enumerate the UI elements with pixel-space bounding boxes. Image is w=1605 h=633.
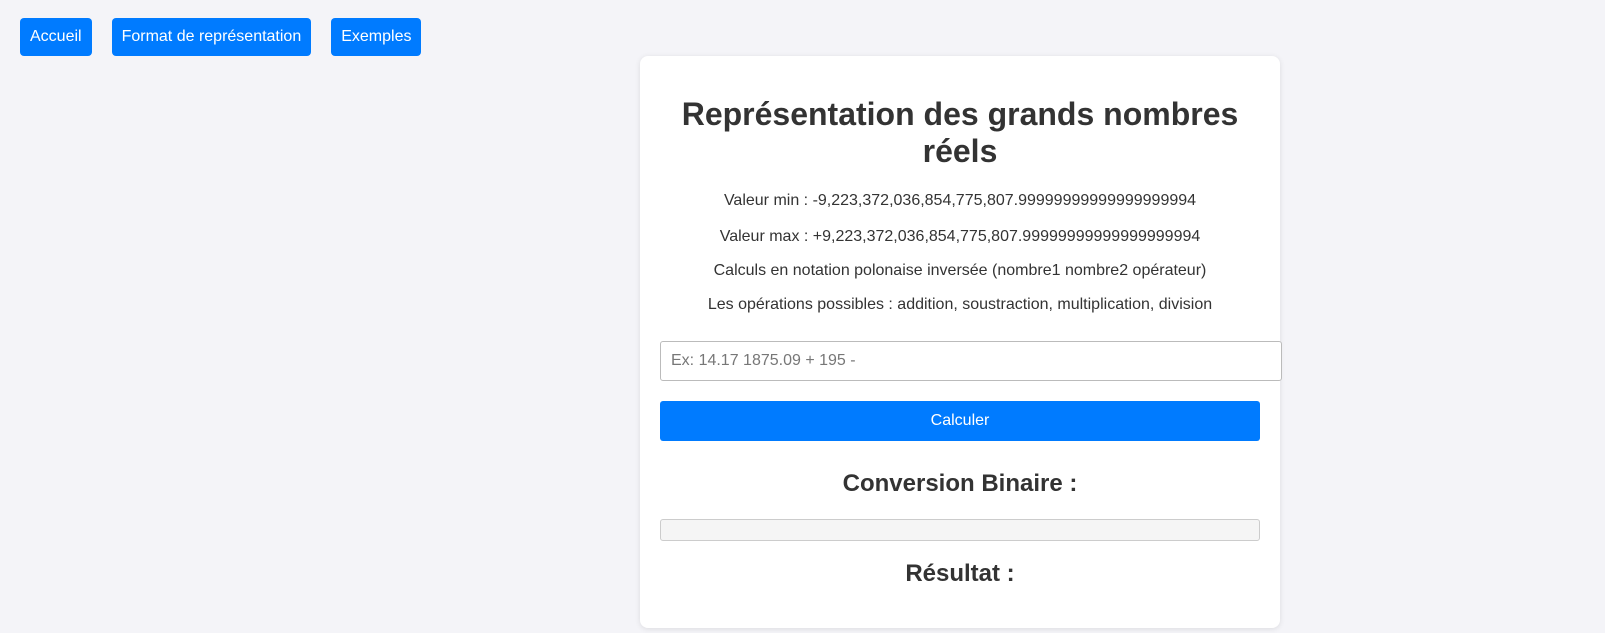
- min-value-text: Valeur min : -9,223,372,036,854,775,807.…: [723, 192, 1197, 209]
- binary-conversion-heading: Conversion Binaire :: [842, 470, 1078, 497]
- rpn-notation-text: Calculs en notation polonaise inversée (…: [713, 262, 1207, 279]
- nav-examples-button[interactable]: Exemples: [331, 18, 422, 56]
- nav-format-button[interactable]: Format de représentation: [111, 18, 312, 56]
- expression-input[interactable]: [660, 341, 1282, 381]
- result-heading: Résultat :: [905, 560, 1015, 587]
- nav-home-button[interactable]: Accueil: [20, 18, 92, 56]
- page-title: Représentation des grands nombres réels: [681, 96, 1239, 169]
- binary-output-box: [660, 519, 1260, 541]
- operations-text: Les opérations possibles : addition, sou…: [707, 296, 1213, 313]
- max-value-text: Valeur max : +9,223,372,036,854,775,807.…: [719, 228, 1201, 245]
- calculate-button[interactable]: Calculer: [660, 401, 1260, 441]
- calculator-card: Représentation des grands nombres réels …: [640, 56, 1282, 628]
- top-navigation: Accueil Format de représentation Exemple…: [20, 18, 422, 56]
